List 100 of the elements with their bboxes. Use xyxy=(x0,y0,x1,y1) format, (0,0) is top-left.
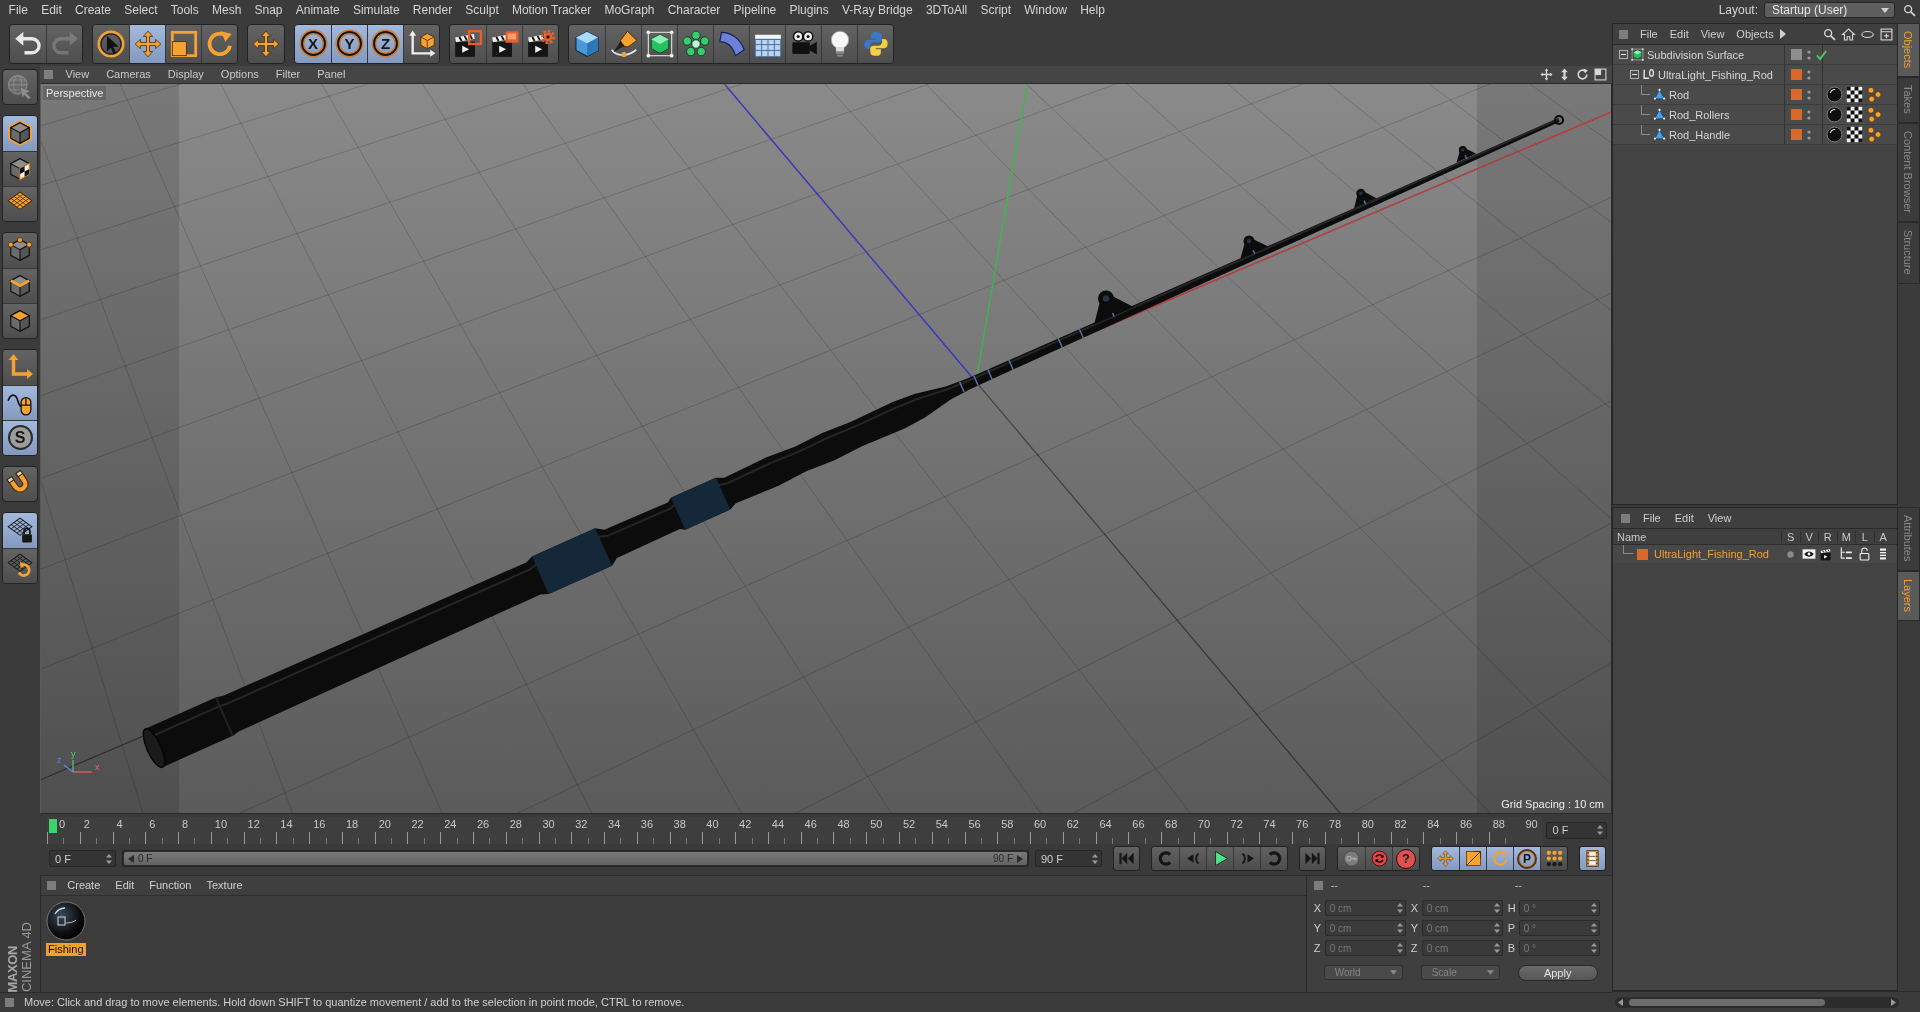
dots-icon[interactable] xyxy=(1866,126,1883,143)
spinner-arrows-icon[interactable] xyxy=(1597,825,1604,836)
layer-row[interactable]: UltraLight_Fishing_Rod xyxy=(1613,545,1897,564)
collapse-box-icon[interactable] xyxy=(1619,50,1628,59)
visibility-dots-icon[interactable] xyxy=(1807,109,1811,120)
grip-icon[interactable] xyxy=(46,880,56,890)
render-picture-button[interactable] xyxy=(486,24,522,63)
workplane-align-button[interactable] xyxy=(3,547,37,583)
menu-item[interactable]: Edit xyxy=(34,0,69,20)
move-tool-button[interactable] xyxy=(129,24,165,63)
menu-item[interactable]: Sculpt xyxy=(458,0,506,20)
workplane-lock-button[interactable] xyxy=(3,512,37,548)
column-header[interactable]: A xyxy=(1873,530,1892,543)
model-mode-button[interactable] xyxy=(3,115,37,151)
layer-name[interactable]: UltraLight_Fishing_Rod xyxy=(1654,548,1769,561)
texture-mode-button[interactable] xyxy=(3,150,37,186)
layer-color-swatch[interactable] xyxy=(1791,129,1802,140)
material-ball-icon[interactable] xyxy=(45,900,86,941)
menu-item[interactable]: Pipeline xyxy=(726,0,783,20)
menu-item[interactable]: Motion Tracker xyxy=(505,0,598,20)
timeline-button[interactable] xyxy=(1579,846,1606,872)
deformer-button[interactable] xyxy=(713,24,749,63)
eye-icon[interactable] xyxy=(1801,547,1816,562)
checkerboard-icon[interactable] xyxy=(1846,126,1863,143)
layer-color-swatch[interactable] xyxy=(1791,109,1802,120)
coordinate-system-button[interactable] xyxy=(403,24,439,63)
menu-item[interactable]: Cameras xyxy=(97,68,160,81)
sphere-icon[interactable] xyxy=(1826,86,1843,103)
current-frame-field[interactable]: 0 F xyxy=(1546,821,1608,839)
menu-item[interactable]: Help xyxy=(1073,0,1112,20)
spinner-arrows-icon[interactable] xyxy=(106,853,112,864)
caret-left-icon[interactable] xyxy=(128,854,134,863)
menu-item[interactable]: Character xyxy=(661,0,727,20)
grip-icon[interactable] xyxy=(1619,29,1628,39)
rotate-view-icon[interactable] xyxy=(1576,67,1589,81)
checkmark-icon[interactable] xyxy=(1816,49,1827,60)
menu-item[interactable]: Panel xyxy=(308,68,354,81)
maximize-view-icon[interactable] xyxy=(1594,67,1607,81)
menu-item[interactable]: File xyxy=(1634,28,1664,40)
layer-color-swatch[interactable] xyxy=(1637,548,1648,560)
object-row[interactable]: Rod xyxy=(1613,85,1897,105)
panel-tab[interactable]: Content Browser xyxy=(1898,123,1920,222)
menu-item[interactable]: V-Ray Bridge xyxy=(835,0,920,20)
sphere-icon[interactable] xyxy=(1826,106,1843,123)
move-view-icon[interactable] xyxy=(1540,67,1553,81)
new-panel-icon[interactable] xyxy=(1880,27,1893,41)
visibility-dots-icon[interactable] xyxy=(1807,49,1811,60)
object-row[interactable]: Subdivision Surface xyxy=(1613,45,1897,65)
menu-item[interactable]: View xyxy=(57,68,98,81)
object-name[interactable]: UltraLight_Fishing_Rod xyxy=(1658,68,1773,81)
checkerboard-icon[interactable] xyxy=(1846,86,1863,103)
menu-item[interactable]: Script xyxy=(973,0,1018,20)
object-name[interactable]: Rod xyxy=(1669,88,1690,101)
horizontal-scrollbar[interactable] xyxy=(1615,996,1899,1008)
menu-item[interactable]: Select xyxy=(117,0,165,20)
visibility-dots-icon[interactable] xyxy=(1807,69,1811,80)
go-to-end-button[interactable] xyxy=(1299,846,1326,872)
menu-item[interactable]: Snap xyxy=(247,0,290,20)
column-header[interactable]: V xyxy=(1799,530,1818,543)
menu-item[interactable]: File xyxy=(1636,512,1668,525)
column-header[interactable]: M xyxy=(1836,530,1855,543)
sphere-icon[interactable] xyxy=(1826,126,1843,143)
cloner-button[interactable] xyxy=(677,24,713,63)
end-frame-field[interactable]: 90 F xyxy=(1035,850,1102,868)
render-view-button[interactable] xyxy=(450,24,486,63)
key-selection-button[interactable]: ? xyxy=(1392,847,1419,871)
layer-color-swatch[interactable] xyxy=(1791,69,1802,80)
snap-button[interactable]: S xyxy=(3,419,37,455)
menu-item[interactable]: Simulate xyxy=(346,0,407,20)
checkerboard-icon[interactable] xyxy=(1846,106,1863,123)
search-icon[interactable] xyxy=(1903,3,1916,17)
menu-item[interactable]: Tools xyxy=(164,0,206,20)
menu-item[interactable]: Function xyxy=(141,879,199,892)
object-row[interactable]: UltraLight_Fishing_Rod xyxy=(1613,65,1897,85)
axis-mode-button[interactable] xyxy=(3,349,37,385)
workplane-mode-button[interactable] xyxy=(3,185,37,221)
layout-dropdown[interactable]: Startup (User) xyxy=(1764,2,1895,18)
menu-item[interactable]: Animate xyxy=(289,0,347,20)
panel-tab[interactable]: Structure xyxy=(1898,222,1920,284)
menu-item[interactable]: File xyxy=(2,0,35,20)
cube-button[interactable] xyxy=(569,24,605,63)
column-header[interactable]: L xyxy=(1855,530,1874,543)
menu-item[interactable]: Create xyxy=(68,0,118,20)
live-selection-button[interactable] xyxy=(93,24,129,63)
visibility-dots-icon[interactable] xyxy=(1807,89,1811,100)
python-button[interactable] xyxy=(857,24,893,63)
tweak-mode-button[interactable] xyxy=(3,384,37,420)
hierarchy-icon[interactable] xyxy=(1838,547,1853,562)
play-button[interactable] xyxy=(1206,847,1233,871)
menu-item[interactable]: Window xyxy=(1017,0,1074,20)
previous-key-button[interactable] xyxy=(1152,847,1179,871)
autokey-button[interactable] xyxy=(1365,847,1392,871)
floor-button[interactable] xyxy=(749,24,785,63)
menu-item[interactable]: Plugins xyxy=(782,0,836,20)
points-mode-button[interactable] xyxy=(3,232,37,268)
render-settings-button[interactable] xyxy=(522,24,558,63)
point-level-button[interactable] xyxy=(1540,847,1567,871)
menu-item[interactable]: Edit xyxy=(1663,28,1695,40)
lock-open-icon[interactable] xyxy=(1857,547,1871,562)
timeline-ruler[interactable]: 0 2 4 6 8 10 12 14 16 18 20 22 24 26 28 30 32 34 36 38 40 42 44 46 48 50 52 54 56 58 60 62 64 66 68 70 72 74 76 78 80 82 84 86 88 90 xyxy=(47,816,1544,844)
